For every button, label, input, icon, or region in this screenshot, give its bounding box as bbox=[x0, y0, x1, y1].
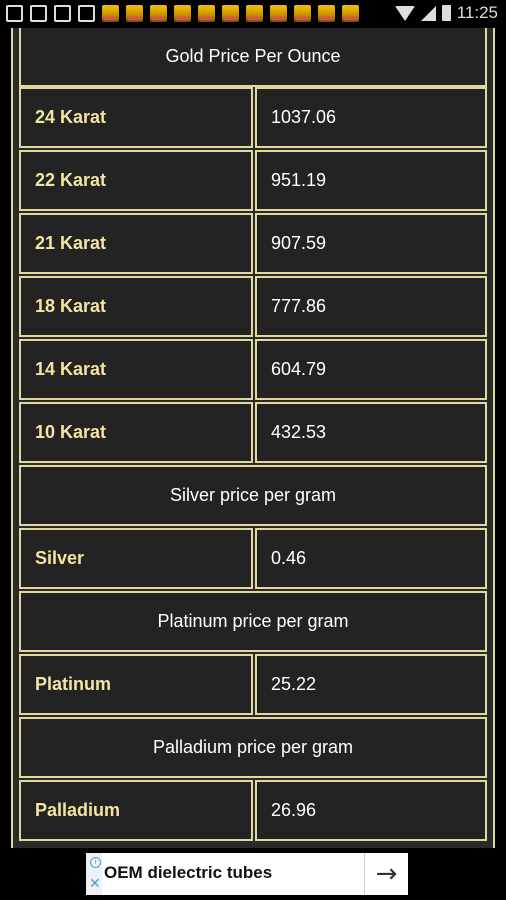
signal-icon bbox=[420, 5, 436, 21]
system-status: 11:25 bbox=[394, 3, 498, 23]
battery-icon bbox=[441, 5, 451, 21]
info-icon[interactable]: i bbox=[90, 857, 101, 868]
ad-content[interactable]: i ✕ OEM dielectric tubes bbox=[86, 853, 408, 895]
facebook-icon bbox=[30, 5, 47, 22]
table-row: 18 Karat 777.86 bbox=[19, 276, 487, 339]
row-value: 0.46 bbox=[255, 528, 487, 589]
silver-header: Silver price per gram bbox=[19, 465, 487, 526]
table-row: 24 Karat 1037.06 bbox=[19, 87, 487, 150]
table-row: Silver 0.46 bbox=[19, 528, 487, 591]
app-icon bbox=[150, 5, 167, 22]
app-icon bbox=[126, 5, 143, 22]
app-icon bbox=[318, 5, 335, 22]
row-label: 18 Karat bbox=[19, 276, 253, 337]
row-label: Platinum bbox=[19, 654, 253, 715]
app-icon bbox=[294, 5, 311, 22]
app-icon bbox=[246, 5, 263, 22]
row-value: 25.22 bbox=[255, 654, 487, 715]
ad-open-button[interactable]: → bbox=[364, 853, 408, 895]
row-value: 432.53 bbox=[255, 402, 487, 463]
row-value: 907.59 bbox=[255, 213, 487, 274]
status-bar: 11:25 bbox=[0, 0, 506, 28]
back-icon bbox=[6, 5, 23, 22]
app-icon bbox=[102, 5, 119, 22]
row-value: 1037.06 bbox=[255, 87, 487, 148]
platinum-header: Platinum price per gram bbox=[19, 591, 487, 652]
table-header-row: Gold Price Per Ounce bbox=[19, 28, 487, 91]
row-value: 951.19 bbox=[255, 150, 487, 211]
row-label: 24 Karat bbox=[19, 87, 253, 148]
arrow-right-icon: → bbox=[375, 859, 398, 889]
table-header-row: Silver price per gram bbox=[19, 465, 487, 528]
table-row: 21 Karat 907.59 bbox=[19, 213, 487, 276]
app-icon bbox=[174, 5, 191, 22]
row-label: 14 Karat bbox=[19, 339, 253, 400]
table-row: Palladium 26.96 bbox=[19, 780, 487, 843]
price-table: Gold Price Per Ounce 24 Karat 1037.06 22… bbox=[11, 28, 495, 848]
ad-text[interactable]: OEM dielectric tubes bbox=[104, 863, 272, 883]
app-icon bbox=[270, 5, 287, 22]
app-icon bbox=[342, 5, 359, 22]
row-label: 22 Karat bbox=[19, 150, 253, 211]
table-row: Platinum 25.22 bbox=[19, 654, 487, 717]
image-icon bbox=[78, 5, 95, 22]
ad-banner[interactable]: i ✕ OEM dielectric tubes → bbox=[0, 848, 506, 900]
app-icon bbox=[222, 5, 239, 22]
row-value: 604.79 bbox=[255, 339, 487, 400]
wifi-icon bbox=[394, 5, 415, 21]
notification-icons bbox=[6, 5, 359, 22]
row-value: 777.86 bbox=[255, 276, 487, 337]
row-label: Silver bbox=[19, 528, 253, 589]
table-row: 22 Karat 951.19 bbox=[19, 150, 487, 213]
row-label: Palladium bbox=[19, 780, 253, 841]
gold-header: Gold Price Per Ounce bbox=[19, 28, 487, 87]
news-icon bbox=[54, 5, 71, 22]
row-label: 10 Karat bbox=[19, 402, 253, 463]
ad-choices[interactable]: i ✕ bbox=[86, 853, 102, 895]
palladium-header: Palladium price per gram bbox=[19, 717, 487, 778]
table-header-row: Platinum price per gram bbox=[19, 591, 487, 654]
clock: 11:25 bbox=[456, 3, 498, 22]
table-header-row: Palladium price per gram bbox=[19, 717, 487, 780]
app-icon bbox=[198, 5, 215, 22]
table-row: 10 Karat 432.53 bbox=[19, 402, 487, 465]
close-icon[interactable]: ✕ bbox=[89, 877, 101, 891]
row-label: 21 Karat bbox=[19, 213, 253, 274]
row-value: 26.96 bbox=[255, 780, 487, 841]
table-row: 14 Karat 604.79 bbox=[19, 339, 487, 402]
